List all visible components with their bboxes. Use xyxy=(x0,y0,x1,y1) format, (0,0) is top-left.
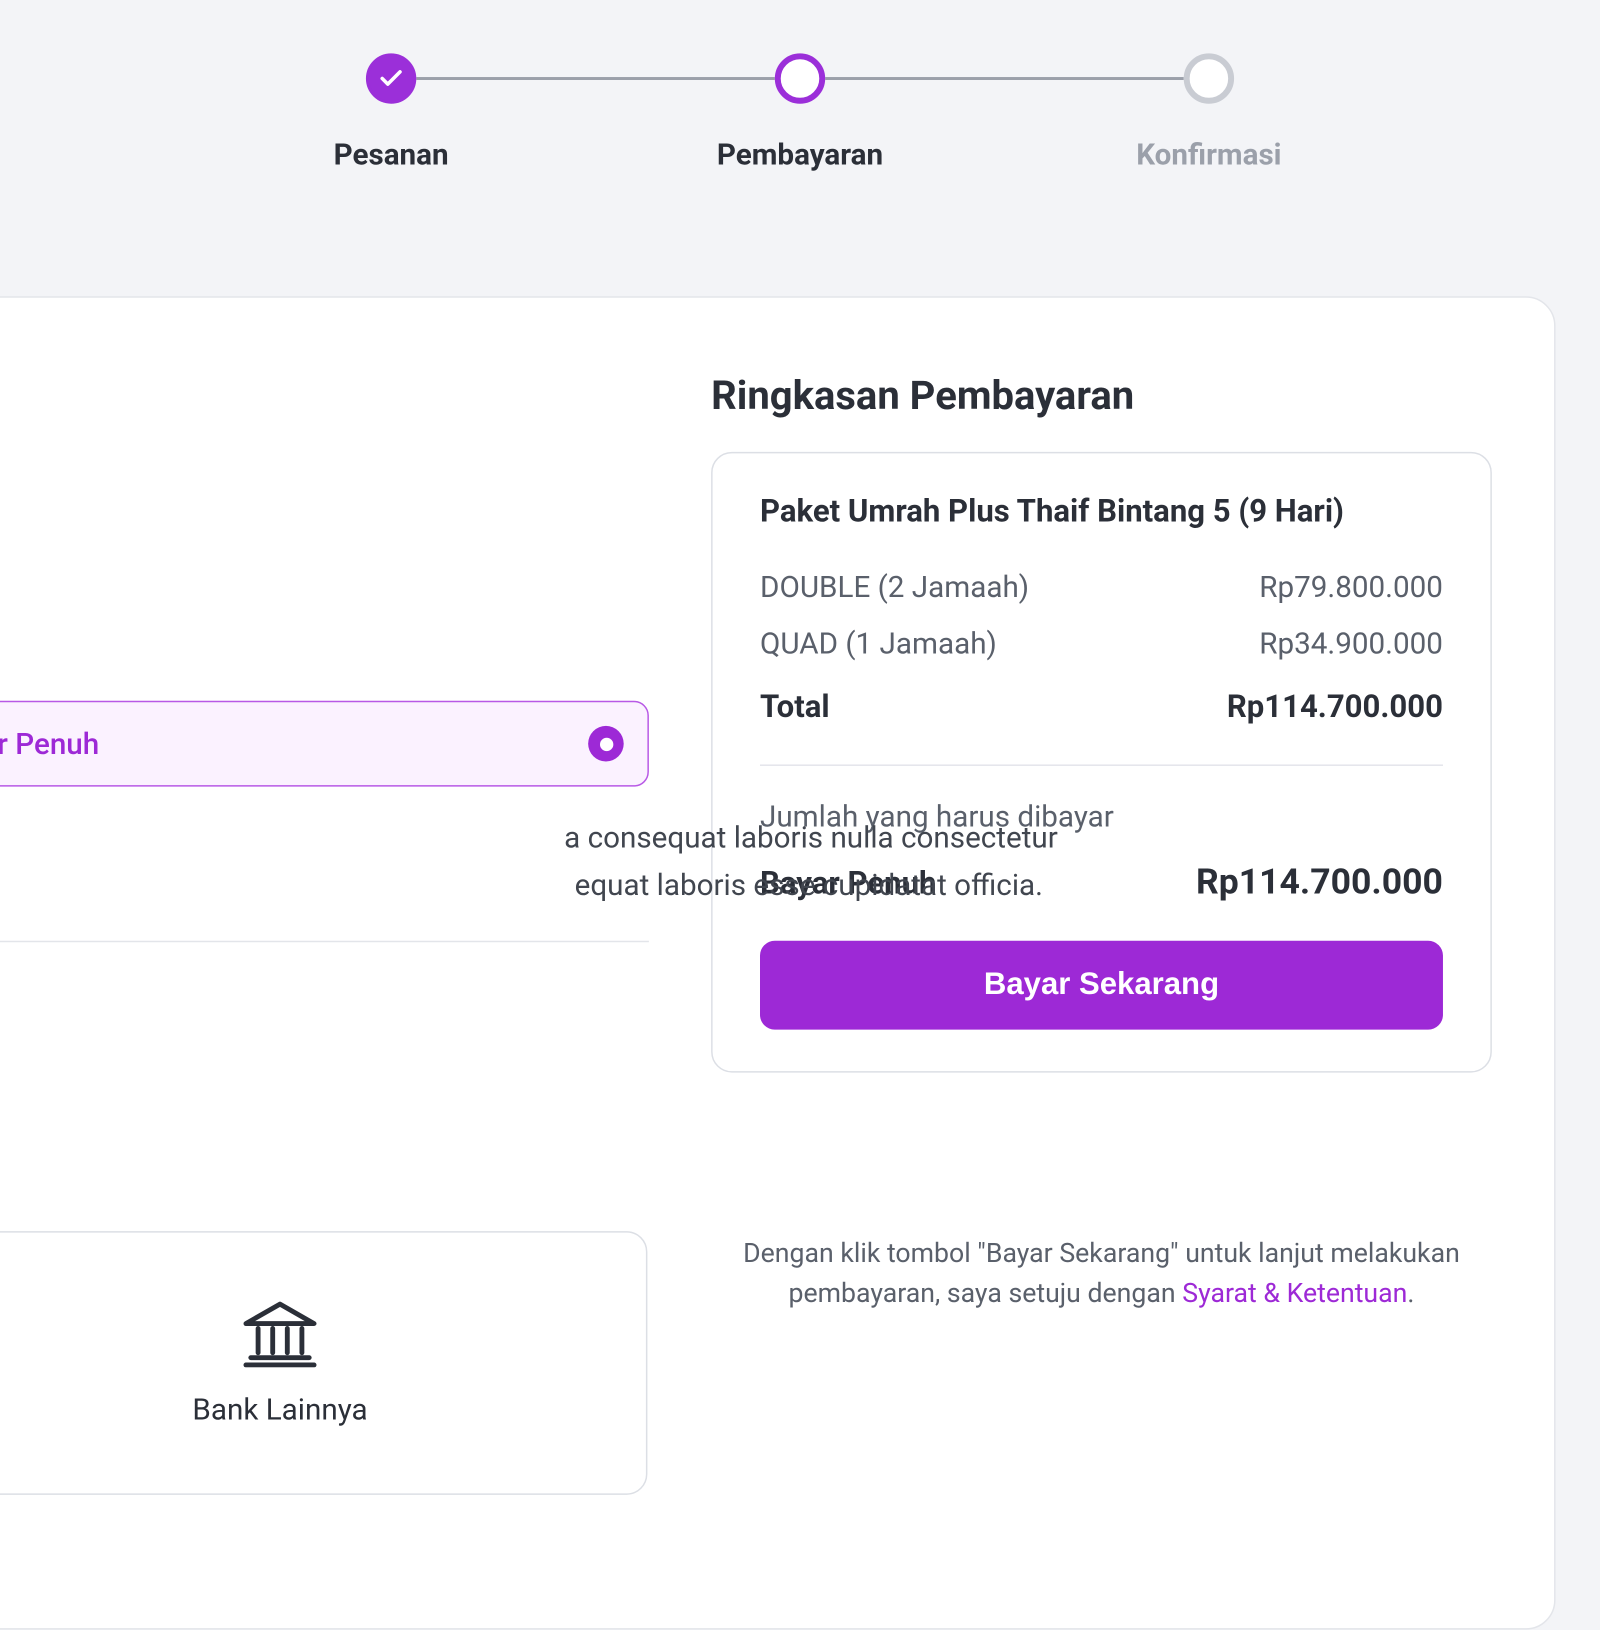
total-label: Total xyxy=(760,690,830,726)
package-name: Paket Umrah Plus Thaif Bintang 5 (9 Hari… xyxy=(760,495,1443,531)
terms-link[interactable]: Syarat & Ketentuan xyxy=(1182,1279,1407,1310)
line-value: Rp79.800.000 xyxy=(1259,569,1443,605)
payment-card: Ringkasan Pembayaran Paket Umrah Plus Th… xyxy=(0,296,1556,1629)
stepper-connector xyxy=(825,77,1184,80)
total-value: Rp114.700.000 xyxy=(1227,690,1443,726)
agree-post: . xyxy=(1407,1279,1414,1310)
step-circle-inactive xyxy=(1184,53,1234,103)
summary-line: DOUBLE (2 Jamaah) Rp79.800.000 xyxy=(760,569,1443,605)
stepper: Pesanan Pembayaran Konfirmasi xyxy=(0,53,1600,172)
bank-option-other[interactable]: Bank Lainnya xyxy=(0,1231,647,1495)
summary-line: QUAD (1 Jamaah) Rp34.900.000 xyxy=(760,625,1443,661)
step-pembayaran[interactable]: Pembayaran xyxy=(596,53,1005,172)
check-icon xyxy=(366,53,416,103)
bank-option-label: Bank Lainnya xyxy=(192,1391,367,1427)
step-konfirmasi: Konfirmasi xyxy=(1004,53,1413,172)
line-value: Rp34.900.000 xyxy=(1259,625,1443,661)
radio-selected-icon xyxy=(588,726,624,762)
pay-now-button[interactable]: Bayar Sekarang xyxy=(760,941,1443,1030)
option-desc-line: a consequat laboris nulla consectetur xyxy=(564,819,1058,855)
payment-option-label: ar Penuh xyxy=(0,726,99,762)
divider xyxy=(760,764,1443,765)
pay-amount: Rp114.700.000 xyxy=(1196,861,1443,902)
line-label: DOUBLE (2 Jamaah) xyxy=(760,569,1029,605)
line-label: QUAD (1 Jamaah) xyxy=(760,625,997,661)
summary-box: Paket Umrah Plus Thaif Bintang 5 (9 Hari… xyxy=(711,452,1492,1073)
bank-icon xyxy=(240,1299,320,1367)
stepper-connector xyxy=(416,77,775,80)
step-label: Konfirmasi xyxy=(1136,136,1281,172)
step-circle-active xyxy=(775,53,825,103)
payment-option-full[interactable]: ar Penuh xyxy=(0,701,649,787)
step-pesanan[interactable]: Pesanan xyxy=(187,53,596,172)
summary-total: Total Rp114.700.000 xyxy=(760,690,1443,726)
summary-title: Ringkasan Pembayaran xyxy=(711,372,1134,419)
option-desc-line: equat laboris esse cupidatat officia. xyxy=(575,867,1043,903)
agree-text: Dengan klik tombol "Bayar Sekarang" untu… xyxy=(711,1234,1492,1314)
step-label: Pembayaran xyxy=(717,136,883,172)
divider xyxy=(0,941,649,942)
step-label: Pesanan xyxy=(334,136,449,172)
